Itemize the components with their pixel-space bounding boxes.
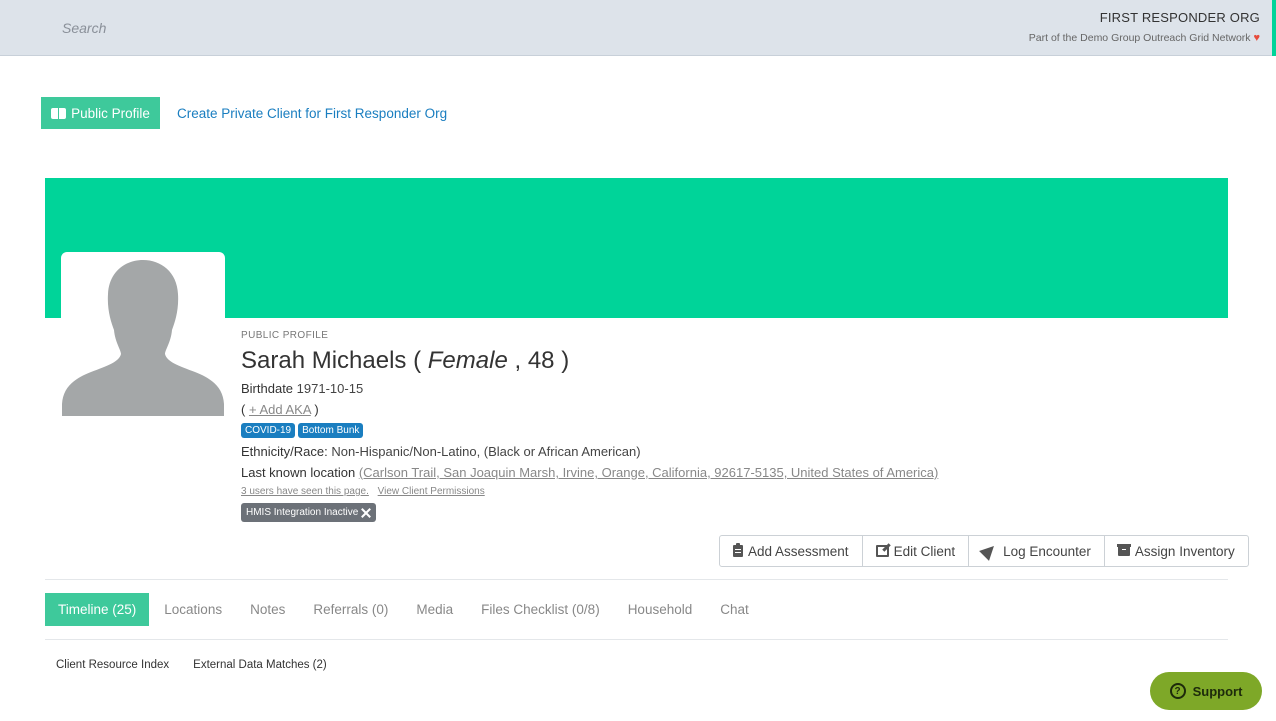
ethnicity-row: Ethnicity/Race: Non-Hispanic/Non-Latino,… <box>241 444 1141 459</box>
top-bar: FIRST RESPONDER ORG Part of the Demo Gro… <box>0 0 1276 56</box>
heart-icon: ♥ <box>1253 32 1260 44</box>
birthdate-value: 1971-10-15 <box>296 381 364 396</box>
archive-icon <box>1116 544 1131 556</box>
edit-client-label: Edit Client <box>893 543 956 559</box>
tag-list: COVID-19 Bottom Bunk <box>241 423 1141 438</box>
search-input[interactable] <box>48 14 348 42</box>
ethnicity-label: Ethnicity/Race: <box>241 444 328 459</box>
public-profile-button[interactable]: Public Profile <box>41 97 160 129</box>
location-row: Last known location (Carlson Trail, San … <box>241 465 1141 480</box>
aka-open: ( <box>241 402 246 417</box>
public-profile-label: Public Profile <box>71 105 150 121</box>
edit-icon <box>875 545 889 557</box>
client-name-line: Sarah Michaels ( Female , 48 ) <box>241 347 1141 375</box>
tab-notes[interactable]: Notes <box>237 593 298 626</box>
ethnicity-value: Non-Hispanic/Non-Latino, (Black or Afric… <box>331 444 641 459</box>
add-assessment-label: Add Assessment <box>748 543 849 559</box>
add-aka-link[interactable]: + Add AKA <box>249 402 311 417</box>
meta-links: 3 users have seen this page. View Client… <box>241 486 1141 497</box>
profile-info: PUBLIC PROFILE Sarah Michaels ( Female ,… <box>241 330 1141 522</box>
close-paren: ) <box>561 347 570 374</box>
tab-chat[interactable]: Chat <box>707 593 762 626</box>
tabs-top-divider <box>45 579 1228 580</box>
unlink-icon <box>361 508 371 518</box>
tabs-bottom-divider <box>45 639 1228 640</box>
org-subtitle: Part of the Demo Group Outreach Grid Net… <box>1029 32 1260 44</box>
avatar <box>61 252 225 422</box>
client-name: Sarah Michaels <box>241 347 407 374</box>
location-link[interactable]: (Carlson Trail, San Joaquin Marsh, Irvin… <box>359 465 939 480</box>
tag-covid[interactable]: COVID-19 <box>241 423 296 438</box>
seen-by-link[interactable]: 3 users have seen this page. <box>241 486 369 497</box>
edge-accent <box>1272 0 1276 56</box>
support-button[interactable]: ? Support <box>1150 672 1262 710</box>
org-name: FIRST RESPONDER ORG <box>1099 10 1260 25</box>
log-encounter-button[interactable]: Log Encounter <box>969 536 1105 566</box>
subtab-client-resource-index[interactable]: Client Resource Index <box>56 659 169 671</box>
sub-tabs: Client Resource Index External Data Matc… <box>56 659 327 671</box>
hmis-status-badge: HMIS Integration Inactive <box>241 503 377 522</box>
tab-locations[interactable]: Locations <box>151 593 235 626</box>
clipboard-icon <box>733 543 743 557</box>
client-age: 48 <box>527 347 555 374</box>
public-profile-section-label: PUBLIC PROFILE <box>241 330 329 341</box>
location-label: Last known location <box>241 465 356 480</box>
tab-media[interactable]: Media <box>403 593 466 626</box>
log-encounter-label: Log Encounter <box>1003 543 1091 559</box>
age-separator: , <box>514 347 522 374</box>
birthdate-row: Birthdate 1971-10-15 <box>241 381 1141 396</box>
aka-row: ( + Add AKA ) <box>241 402 1141 417</box>
subtab-external-data-matches[interactable]: External Data Matches (2) <box>193 659 327 671</box>
hmis-badge-label: HMIS Integration Inactive <box>246 507 359 518</box>
tab-files-checklist[interactable]: Files Checklist (0/8) <box>468 593 613 626</box>
birthdate-label: Birthdate <box>241 381 294 396</box>
person-silhouette-icon <box>62 260 224 416</box>
location-arrow-icon <box>979 541 999 561</box>
assign-inventory-button[interactable]: Assign Inventory <box>1105 536 1248 566</box>
tab-household[interactable]: Household <box>615 593 706 626</box>
org-info: FIRST RESPONDER ORG Part of the Demo Gro… <box>1029 10 1260 44</box>
org-network-text: Part of the Demo Group Outreach Grid Net… <box>1028 32 1251 44</box>
support-label: Support <box>1192 683 1243 699</box>
client-gender: Female <box>427 347 508 374</box>
open-paren: ( <box>413 347 422 374</box>
help-icon: ? <box>1169 683 1186 699</box>
view-permissions-link[interactable]: View Client Permissions <box>378 486 485 497</box>
profile-tabs: Timeline (25) Locations Notes Referrals … <box>45 593 764 626</box>
tab-timeline[interactable]: Timeline (25) <box>45 593 150 626</box>
add-assessment-button[interactable]: Add Assessment <box>720 536 863 566</box>
tag-bottom-bunk[interactable]: Bottom Bunk <box>298 423 364 438</box>
book-icon <box>51 107 67 119</box>
tab-referrals[interactable]: Referrals (0) <box>300 593 401 626</box>
edit-client-button[interactable]: Edit Client <box>863 536 970 566</box>
aka-close: ) <box>314 402 319 417</box>
create-private-client-link[interactable]: Create Private Client for First Responde… <box>177 106 447 121</box>
client-action-toolbar: Add Assessment Edit Client Log Encounter… <box>719 535 1249 567</box>
assign-inventory-label: Assign Inventory <box>1134 543 1235 559</box>
